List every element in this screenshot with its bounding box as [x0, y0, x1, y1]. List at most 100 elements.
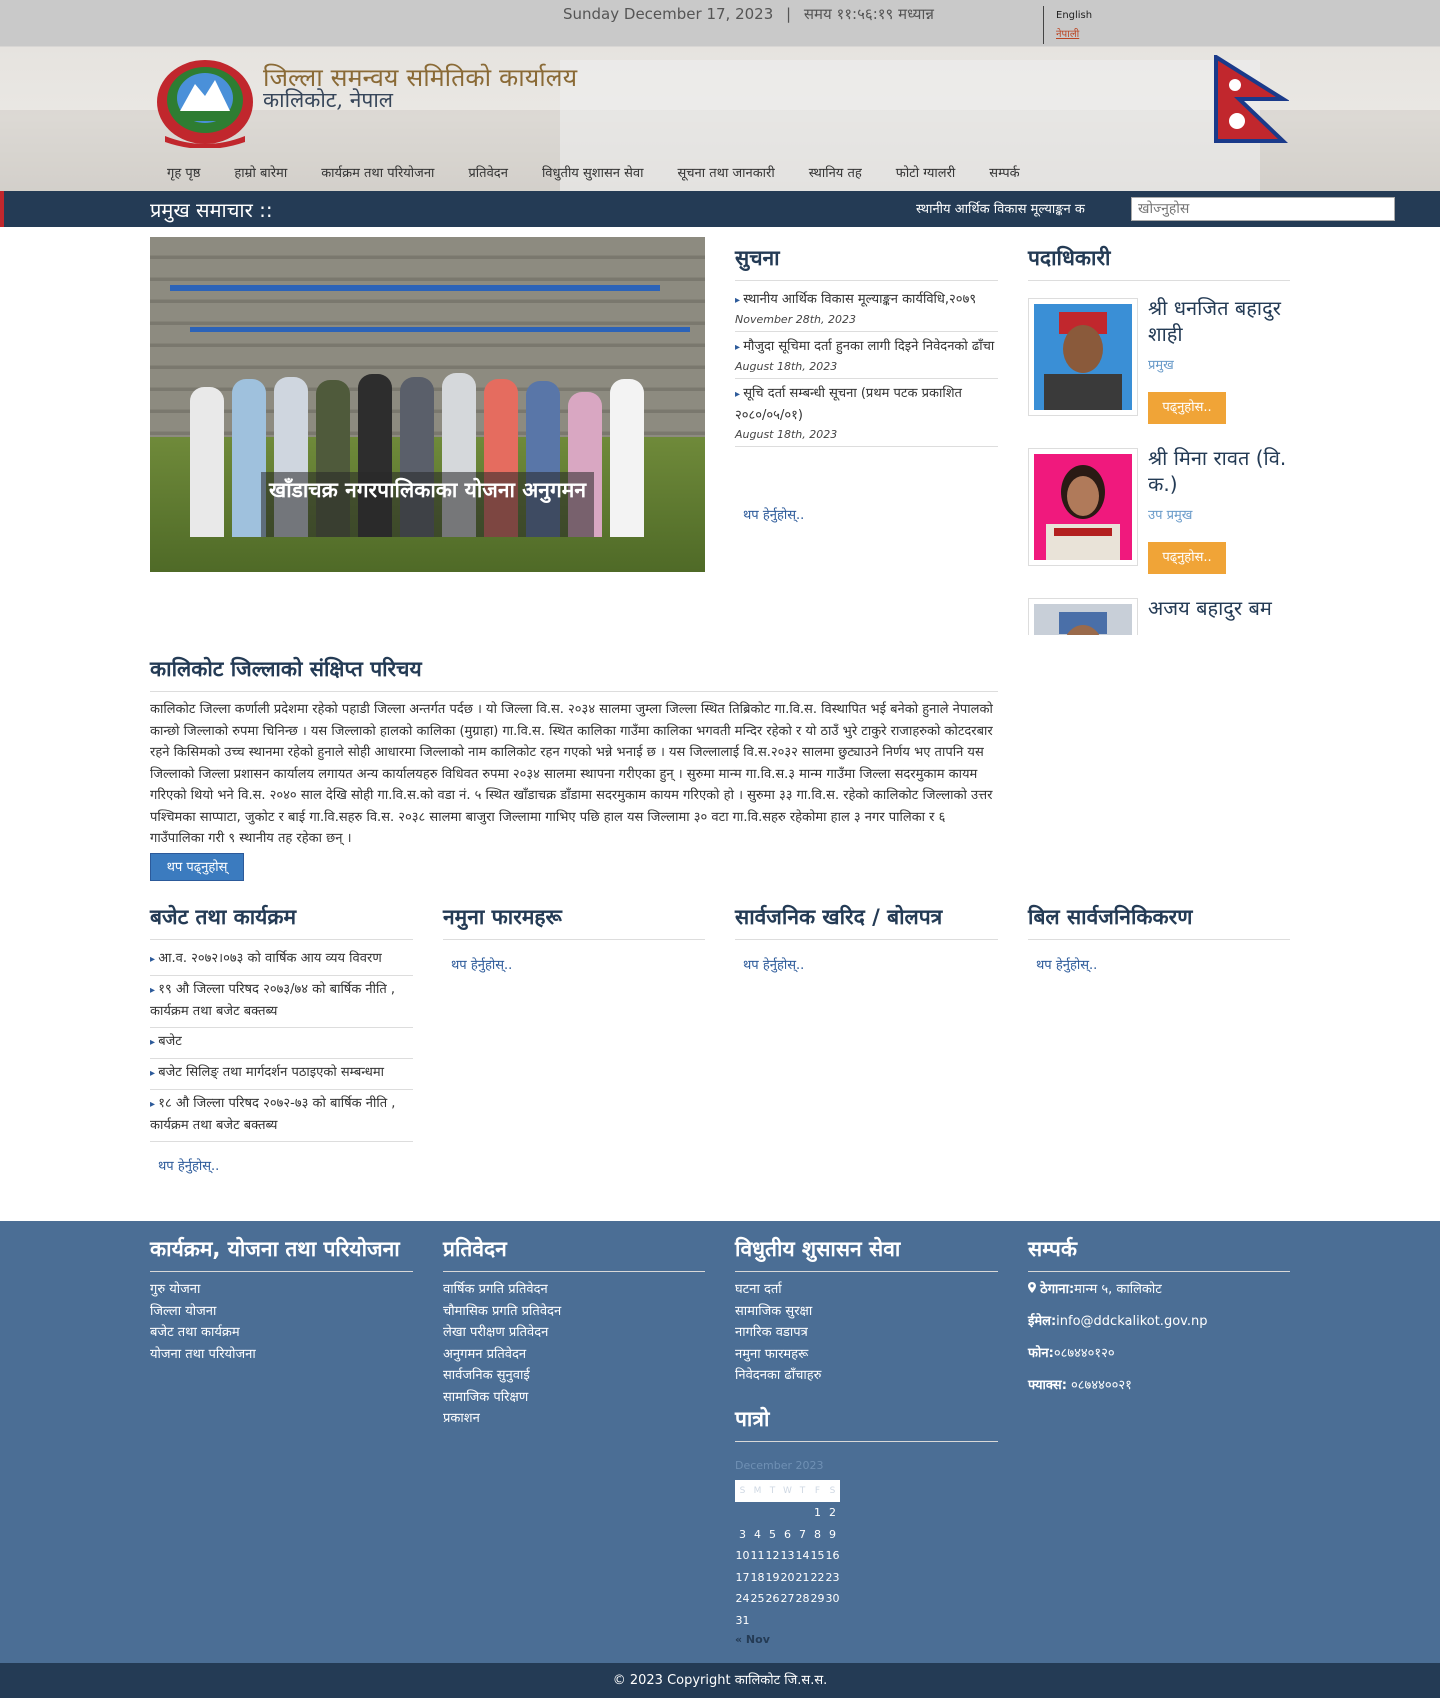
- nav-contact[interactable]: सम्पर्क: [972, 160, 1036, 184]
- calendar-day: 26: [765, 1592, 780, 1606]
- calendar-day: 29: [810, 1592, 825, 1606]
- official-portrait: [1034, 604, 1132, 635]
- budget-more-link[interactable]: थप हेर्नुहोस्..: [158, 1156, 219, 1174]
- notice-item[interactable]: स्थानीय आर्थिक विकास मूल्याङ्कन कार्यविध…: [735, 285, 998, 332]
- footer-link[interactable]: नागरिक वडापत्र: [735, 1322, 821, 1344]
- budget-item[interactable]: आ.व. २०७२।०७३ को वार्षिक आय व्यय विवरण: [150, 945, 413, 976]
- read-more-button[interactable]: पढ्नुहोस..: [1148, 542, 1226, 574]
- nav-home[interactable]: गृह पृष्ठ: [150, 160, 217, 184]
- image-slider[interactable]: खाँडाचक्र नगरपालिकाका योजना अनुगमन: [150, 237, 705, 572]
- footer-link[interactable]: लेखा परीक्षण प्रतिवेदन: [443, 1322, 561, 1344]
- official-photo: [1028, 598, 1138, 635]
- footer-link[interactable]: चौमासिक प्रगति प्रतिवेदन: [443, 1301, 561, 1323]
- nav-reports[interactable]: प्रतिवेदन: [451, 160, 525, 184]
- calendar-day: [765, 1502, 780, 1524]
- nepal-flag-icon: [1214, 55, 1289, 143]
- slide-photo-railing: [170, 285, 660, 291]
- bills-heading: बिल सार्वजनिकिकरण: [1028, 903, 1290, 940]
- nav-local-levels[interactable]: स्थानिय तह: [792, 160, 879, 184]
- calendar-prev-month-link[interactable]: « Nov: [735, 1633, 845, 1646]
- notice-more-link[interactable]: थप हेर्नुहोस्..: [743, 505, 804, 523]
- bills-more-link[interactable]: थप हेर्नुहोस्..: [1036, 955, 1097, 973]
- calendar-heading: पात्रो: [735, 1405, 998, 1442]
- procurement-more-link[interactable]: थप हेर्नुहोस्..: [743, 955, 804, 973]
- budget-item[interactable]: १९ औ जिल्ला परिषद २०७३/७४ को बार्षिक नीत…: [150, 976, 413, 1028]
- calendar-day: 22: [810, 1570, 825, 1584]
- nav-e-governance[interactable]: विधुतीय सुशासन सेवा: [525, 160, 661, 184]
- calendar-day: [735, 1502, 750, 1524]
- calendar-day: [750, 1502, 765, 1524]
- calendar-day: 3: [739, 1527, 746, 1541]
- footer-link[interactable]: निवेदनका ढाँचाहरु: [735, 1365, 821, 1387]
- footer-link[interactable]: नमुना फारमहरू: [735, 1344, 821, 1366]
- official-role: उप प्रमुख: [1148, 508, 1193, 523]
- nav-about[interactable]: हाम्रो बारेमा: [217, 160, 304, 184]
- official-portrait: [1034, 454, 1132, 560]
- footer-link[interactable]: घटना दर्ता: [735, 1279, 821, 1301]
- weekday-label: T: [795, 1480, 810, 1502]
- footer-link[interactable]: सामाजिक सुरक्षा: [735, 1301, 821, 1323]
- footer-link[interactable]: बजेट तथा कार्यक्रम: [150, 1322, 256, 1344]
- forms-heading: नमुना फारमहरू: [443, 903, 705, 940]
- official-name: अजय बहादुर बम: [1148, 596, 1272, 620]
- nav-photo-gallery[interactable]: फोटो ग्यालरी: [879, 160, 973, 184]
- officials-heading: पदाधिकारी: [1028, 244, 1290, 281]
- budget-item[interactable]: बजेट सिलिङ् तथा मार्गदर्शन पठाइएको सम्बन…: [150, 1059, 413, 1090]
- budget-item[interactable]: १८ औ जिल्ला परिषद २०७२-७३ को बार्षिक नीत…: [150, 1090, 413, 1142]
- notice-title[interactable]: मौजुदा सूचिमा दर्ता हुनका लागी दिइने निव…: [735, 336, 998, 358]
- footer-reports-heading: प्रतिवेदन: [443, 1235, 705, 1272]
- top-bar: Sunday December 17, 2023 | समय ११:५६:१९ …: [0, 0, 1440, 46]
- contact-phone: फोन:०८७४४०१२०: [1028, 1343, 1290, 1364]
- footer-link[interactable]: सामाजिक परिक्षण: [443, 1387, 561, 1409]
- calendar-day: [780, 1502, 795, 1524]
- calendar-day: 15: [810, 1549, 825, 1563]
- language-switcher: English नेपाली: [1043, 6, 1092, 44]
- email-value[interactable]: info@ddckalikot.gov.np: [1056, 1314, 1207, 1329]
- notice-title[interactable]: स्थानीय आर्थिक विकास मूल्याङ्कन कार्यविध…: [735, 289, 998, 311]
- notice-item[interactable]: सूचि दर्ता सम्बन्धी सूचना (प्रथम पटक प्र…: [735, 379, 998, 447]
- official-card: श्री धनजित बहादुर शाही प्रमुख पढ्नुहोस..: [1028, 295, 1290, 445]
- footer-link[interactable]: सार्वजनिक सुनुवाई: [443, 1365, 561, 1387]
- notice-title[interactable]: सूचि दर्ता सम्बन्धी सूचना (प्रथम पटक प्र…: [735, 383, 998, 426]
- weekday-label: S: [825, 1480, 840, 1502]
- date-time: Sunday December 17, 2023 | समय ११:५६:१९ …: [563, 4, 934, 24]
- fax-label: फ्याक्स:: [1028, 1378, 1067, 1393]
- news-ticker[interactable]: स्थानीय आर्थिक विकास मूल्याङ्कन क: [916, 199, 1101, 217]
- nav-programs[interactable]: कार्यक्रम तथा परियोजना: [304, 160, 451, 184]
- budget-item[interactable]: बजेट: [150, 1028, 413, 1059]
- lang-nepali-link[interactable]: नेपाली: [1056, 25, 1092, 44]
- headline-label: प्रमुख समाचार ::: [150, 198, 273, 222]
- calendar-day: 6: [784, 1527, 791, 1541]
- slide-caption: खाँडाचक्र नगरपालिकाका योजना अनुगमन: [261, 472, 594, 537]
- calendar-day: 11: [750, 1549, 765, 1563]
- read-more-button[interactable]: पढ्नुहोस..: [1148, 392, 1226, 424]
- lang-english-link[interactable]: English: [1056, 6, 1092, 25]
- forms-more-link[interactable]: थप हेर्नुहोस्..: [451, 955, 512, 973]
- calendar-day: 1: [814, 1506, 821, 1520]
- calendar-day: 28: [795, 1592, 810, 1606]
- calendar-weekday-row: S M T W T F S: [735, 1480, 840, 1502]
- notice-date: August 18th, 2023: [735, 428, 838, 441]
- footer-reports-list: वार्षिक प्रगति प्रतिवेदन चौमासिक प्रगति …: [443, 1279, 561, 1430]
- notice-date: November 28th, 2023: [735, 313, 856, 326]
- calendar-day: 23: [825, 1570, 840, 1584]
- intro-text: कालिकोट जिल्ला कर्णाली प्रदेशमा रहेको पह…: [150, 702, 993, 846]
- footer-link[interactable]: वार्षिक प्रगति प्रतिवेदन: [443, 1279, 561, 1301]
- officials-list: श्री धनजित बहादुर शाही प्रमुख पढ्नुहोस..…: [1028, 295, 1290, 635]
- calendar-day: 24: [735, 1592, 750, 1606]
- calendar-day: 16: [825, 1549, 840, 1563]
- nav-information[interactable]: सूचना तथा जानकारी: [661, 160, 792, 184]
- footer-link[interactable]: जिल्ला योजना: [150, 1301, 256, 1323]
- footer-link[interactable]: प्रकाशन: [443, 1408, 561, 1430]
- footer-link[interactable]: योजना तथा परियोजना: [150, 1344, 256, 1366]
- intro-read-more-button[interactable]: थप पढ्नुहोस्: [150, 853, 244, 881]
- notice-item[interactable]: मौजुदा सूचिमा दर्ता हुनका लागी दिइने निव…: [735, 332, 998, 379]
- footer-link[interactable]: गुरु योजना: [150, 1279, 256, 1301]
- slide-photo-railing: [190, 327, 690, 332]
- contact-info: ठेगाना:मान्म ५, कालिकोट ईमेल:info@ddckal…: [1028, 1279, 1290, 1407]
- contact-fax: फ्याक्स: ०८७४४००२१: [1028, 1375, 1290, 1396]
- search-input[interactable]: [1131, 197, 1395, 221]
- notice-heading: सुचना: [735, 244, 998, 281]
- government-emblem-logo[interactable]: [150, 56, 260, 148]
- footer-link[interactable]: अनुगमन प्रतिवेदन: [443, 1344, 561, 1366]
